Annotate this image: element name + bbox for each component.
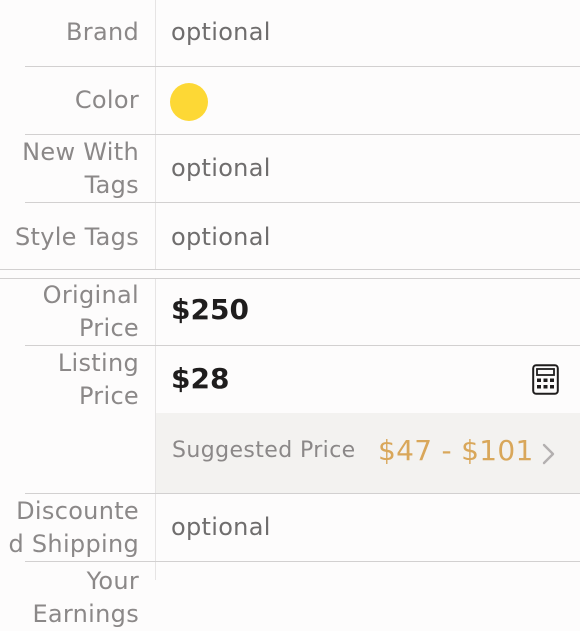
brand-label: Brand <box>66 18 139 46</box>
row-divider <box>25 345 580 346</box>
style-tags-input[interactable]: optional <box>171 223 271 251</box>
row-divider <box>25 66 580 67</box>
suggested-price-range: $47 - $101 <box>378 434 534 467</box>
suggested-price-label: Suggested Price <box>172 438 356 463</box>
section-divider <box>0 269 580 270</box>
your-earnings-label: Your Earnings <box>32 567 139 628</box>
style-tags-label: Style Tags <box>14 223 139 251</box>
row-divider <box>25 202 580 203</box>
chevron-right-icon[interactable] <box>540 442 556 466</box>
original-price-value[interactable]: $250 <box>171 293 249 326</box>
new-with-tags-label-line1: New With <box>22 138 139 166</box>
listing-price-label-line1: Listing <box>57 349 139 377</box>
row-divider <box>25 134 580 135</box>
original-price-label-line1: Original <box>42 281 139 309</box>
discounted-shipping-label-line2: d Shipping <box>8 530 139 558</box>
brand-input[interactable]: optional <box>171 18 271 46</box>
discounted-shipping-label-line1: Discounte <box>16 497 139 525</box>
color-label: Color <box>74 86 139 114</box>
row-divider <box>25 561 580 562</box>
row-divider <box>25 493 580 494</box>
listing-price-value[interactable]: $28 <box>171 362 229 395</box>
listing-price-label-line2: Price <box>78 382 139 410</box>
color-swatch[interactable] <box>170 83 208 121</box>
new-with-tags-input[interactable]: optional <box>171 154 271 182</box>
calculator-icon[interactable] <box>532 364 559 395</box>
new-with-tags-label-line2: Tags <box>84 171 139 199</box>
original-price-label-line2: Price <box>78 314 139 342</box>
discounted-shipping-input[interactable]: optional <box>171 513 271 541</box>
